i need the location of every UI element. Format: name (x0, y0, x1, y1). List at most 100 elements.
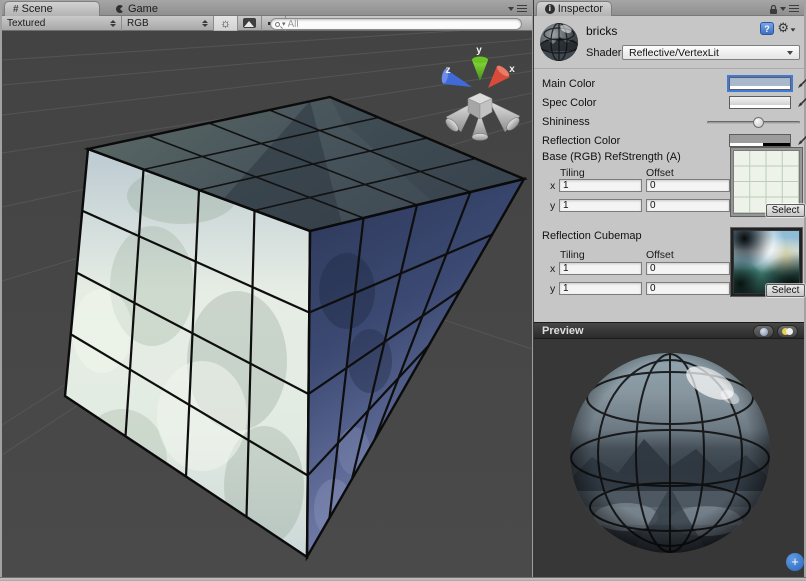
gear-glyph: ⚙ (777, 21, 789, 34)
preview-header[interactable]: Preview (534, 322, 804, 339)
scene-viewport[interactable]: y x z (2, 31, 532, 577)
updown-arrows-icon (202, 20, 208, 27)
sun-icon: ☼ (220, 17, 231, 29)
preview-lighting-button[interactable] (777, 325, 798, 338)
search-icon (275, 22, 280, 27)
unity-editor-window: # Scene Game Textured RGB ☼ (0, 0, 806, 581)
channel-mode-dropdown[interactable]: RGB (122, 16, 214, 31)
window-frame-bottom (0, 577, 806, 581)
cubemap-y-tiling-input[interactable] (559, 282, 642, 295)
scene-lighting-toggle[interactable]: ☼ (214, 16, 238, 31)
shader-dropdown[interactable]: Reflective/VertexLit (622, 45, 800, 60)
base-offset-header: Offset (646, 167, 674, 179)
tab-game-label: Game (128, 3, 158, 15)
base-map-label: Base (RGB) RefStrength (A) (542, 151, 681, 163)
inspector-panel: i Inspector (533, 0, 804, 577)
tab-inspector-label: Inspector (558, 3, 603, 15)
gear-icon[interactable]: ⚙ (777, 21, 796, 34)
scene-3d-view[interactable]: y x z (2, 31, 532, 577)
gizmo-x-axis[interactable] (488, 64, 511, 88)
cubemap-offset-header: Offset (646, 249, 674, 261)
shininess-label: Shininess (542, 114, 590, 130)
base-x-label: x (550, 180, 555, 192)
light-off-icon (786, 328, 793, 335)
reflective-cube[interactable] (65, 97, 524, 557)
base-tiling-header: Tiling (560, 167, 585, 179)
base-x-offset-input[interactable] (646, 179, 730, 192)
base-y-label: y (550, 200, 555, 212)
base-map-select-button[interactable]: Select (766, 204, 805, 217)
cubemap-tiling-header: Tiling (560, 249, 585, 261)
lock-icon[interactable] (769, 4, 778, 15)
spec-color-label: Spec Color (542, 95, 596, 111)
shininess-row: Shininess (534, 114, 804, 130)
gizmo-x-label: x (509, 64, 515, 75)
sphere-icon (760, 328, 768, 336)
cubemap-label: Reflection Cubemap (542, 230, 642, 242)
reflection-color-swatch[interactable] (729, 134, 791, 147)
shader-label: Shader (586, 47, 621, 59)
help-icon[interactable]: ? (760, 22, 774, 35)
base-y-offset-input[interactable] (646, 199, 730, 212)
gizmo-cube[interactable] (468, 93, 492, 119)
scene-search-field[interactable]: ▾ (270, 18, 522, 30)
inspector-tabbar: i Inspector (534, 0, 804, 16)
reflection-color-label: Reflection Color (542, 133, 620, 149)
tab-game[interactable]: Game (107, 1, 177, 16)
tab-scene[interactable]: # Scene (4, 1, 100, 16)
gizmo-y-axis[interactable] (472, 57, 488, 82)
search-input[interactable] (288, 19, 517, 29)
image-icon (243, 18, 256, 28)
spec-color-swatch[interactable] (729, 96, 791, 109)
gear-caret-icon (791, 28, 796, 31)
cubemap-x-label: x (550, 263, 555, 275)
spec-color-alpha-bar (730, 105, 790, 108)
eyedropper-icon[interactable] (796, 134, 806, 147)
gizmo-z-label: z (446, 65, 451, 76)
main-color-fill (730, 78, 790, 86)
channel-mode-label: RGB (127, 18, 149, 29)
scene-toolbar: Textured RGB ☼ ▾ (2, 16, 532, 31)
shininess-slider[interactable] (707, 121, 800, 124)
preview-body[interactable]: + (534, 339, 804, 577)
base-x-tiling-input[interactable] (559, 179, 642, 192)
shininess-slider-thumb[interactable] (753, 117, 764, 128)
scene-tabbar: # Scene Game (2, 0, 532, 16)
main-color-label: Main Color (542, 76, 595, 92)
inspector-panel-menu[interactable] (780, 5, 799, 12)
scene-panel-menu[interactable] (508, 5, 527, 12)
skybox-toggle[interactable] (238, 16, 262, 31)
cubemap-select-button[interactable]: Select (766, 284, 805, 297)
material-preview-thumbnail (538, 21, 580, 63)
base-y-tiling-input[interactable] (559, 199, 642, 212)
material-preview-sphere[interactable] (534, 339, 805, 577)
chevron-down-icon (787, 51, 793, 55)
cubemap-y-offset-input[interactable] (646, 282, 730, 295)
shader-value: Reflective/VertexLit (629, 47, 719, 59)
header-divider (534, 68, 804, 70)
preview-expand-button[interactable]: + (786, 553, 804, 571)
inspector-body: bricks ? ⚙ Shader Reflective/VertexLit M… (534, 16, 804, 322)
render-mode-dropdown[interactable]: Textured (2, 16, 122, 31)
tab-inspector[interactable]: i Inspector (536, 1, 612, 16)
eyedropper-icon[interactable] (796, 96, 806, 109)
orientation-gizmo[interactable]: y x z (441, 45, 522, 141)
scene-panel: # Scene Game Textured RGB ☼ (2, 0, 532, 577)
game-icon (115, 4, 125, 14)
info-icon: i (545, 4, 555, 14)
main-color-row: Main Color (534, 76, 804, 92)
main-color-swatch[interactable] (729, 77, 791, 90)
eyedropper-icon[interactable] (796, 77, 806, 90)
panel-menu-lines-icon (517, 5, 527, 12)
spec-color-fill (730, 97, 790, 105)
cubemap-y-label: y (550, 283, 555, 295)
reflection-color-alpha-bar (730, 143, 790, 146)
main-color-alpha-bar (730, 86, 790, 89)
cubemap-x-tiling-input[interactable] (559, 262, 642, 275)
scene-grid-icon: # (13, 4, 19, 15)
search-filter-caret-icon: ▾ (282, 21, 286, 28)
cubemap-x-offset-input[interactable] (646, 262, 730, 275)
preview-title: Preview (542, 325, 584, 337)
preview-mesh-button[interactable] (753, 325, 774, 338)
tab-scene-label: Scene (22, 3, 53, 15)
